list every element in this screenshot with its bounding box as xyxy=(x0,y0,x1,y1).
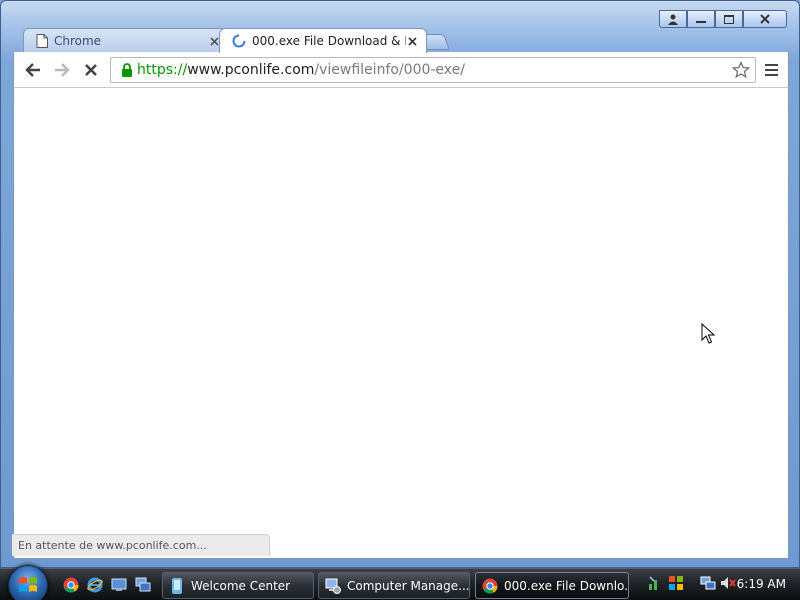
tab-chrome[interactable]: Chrome xyxy=(23,28,229,53)
chrome-icon xyxy=(482,578,498,594)
tab-title: 000.exe File Download & F xyxy=(252,34,406,48)
forward-button[interactable] xyxy=(49,57,75,83)
close-icon xyxy=(407,36,417,46)
hamburger-icon xyxy=(764,64,778,66)
maximize-icon xyxy=(724,14,734,24)
show-desktop-icon[interactable] xyxy=(110,576,128,594)
start-button[interactable] xyxy=(8,565,48,600)
volume-muted-icon[interactable] xyxy=(720,575,736,591)
welcome-center-icon xyxy=(169,577,185,594)
taskbar-button-chrome-active[interactable]: 000.exe File Downlo... xyxy=(475,572,629,599)
network-icon[interactable] xyxy=(648,575,664,591)
profile-button[interactable] xyxy=(659,10,687,28)
caption-buttons xyxy=(659,10,787,28)
quick-launch xyxy=(62,576,152,594)
url-scheme: https:// xyxy=(137,62,188,78)
toolbar: https://www.pconlife.com/viewfileinfo/00… xyxy=(13,52,789,87)
switch-windows-icon[interactable] xyxy=(134,576,152,594)
stop-x-icon xyxy=(85,64,97,76)
forward-arrow-icon xyxy=(55,63,70,77)
star-icon xyxy=(732,61,750,79)
close-icon xyxy=(209,36,219,46)
mouse-cursor-icon xyxy=(701,322,716,349)
bookmark-star-button[interactable] xyxy=(731,60,751,80)
back-button[interactable] xyxy=(20,57,46,83)
taskbar-button-welcome-center[interactable]: Welcome Center xyxy=(162,572,314,599)
security-center-icon[interactable] xyxy=(668,575,684,591)
chrome-menu-button[interactable] xyxy=(760,59,782,81)
lock-icon[interactable] xyxy=(117,63,137,77)
tab-close-button[interactable] xyxy=(406,35,418,47)
maximize-button[interactable] xyxy=(715,10,743,28)
taskbar-button-computer-management[interactable]: Computer Manage... xyxy=(318,572,470,599)
system-tray xyxy=(648,575,736,591)
stop-button[interactable] xyxy=(78,57,104,83)
status-bubble: En attente de www.pconlife.com... xyxy=(12,534,270,556)
url-path: /viewfileinfo/000-exe/ xyxy=(314,62,465,78)
taskbar-button-label: Welcome Center xyxy=(191,578,291,593)
minimize-button[interactable] xyxy=(687,10,715,28)
tab-title: Chrome xyxy=(54,34,102,48)
network-status-icon[interactable] xyxy=(700,575,716,591)
taskbar-button-label: 000.exe File Downlo... xyxy=(504,578,629,593)
clock[interactable]: 6:19 AM xyxy=(737,577,786,591)
tab-000-exe[interactable]: 000.exe File Download & F xyxy=(219,28,427,53)
computer-management-icon xyxy=(325,578,341,594)
page-content[interactable] xyxy=(13,87,789,559)
chrome-icon[interactable] xyxy=(62,576,80,594)
url-text: https://www.pconlife.com/viewfileinfo/00… xyxy=(137,62,465,78)
close-window-button[interactable] xyxy=(743,10,787,28)
taskbar-button-label: Computer Manage... xyxy=(347,578,470,593)
internet-explorer-icon[interactable] xyxy=(86,576,104,594)
browser-window: Chrome 000.exe File Download & F https:/… xyxy=(0,0,800,568)
loading-spinner-icon xyxy=(232,34,246,48)
taskbar: Welcome Center Computer Manage... 000.ex… xyxy=(0,565,800,600)
back-arrow-icon xyxy=(25,63,40,77)
address-bar[interactable]: https://www.pconlife.com/viewfileinfo/00… xyxy=(110,57,756,83)
url-host: www.pconlife.com xyxy=(187,62,315,78)
windows-logo-icon xyxy=(19,577,37,592)
page-icon xyxy=(36,34,48,48)
minimize-icon xyxy=(696,21,706,23)
close-icon xyxy=(760,14,770,24)
profile-icon xyxy=(668,14,678,25)
